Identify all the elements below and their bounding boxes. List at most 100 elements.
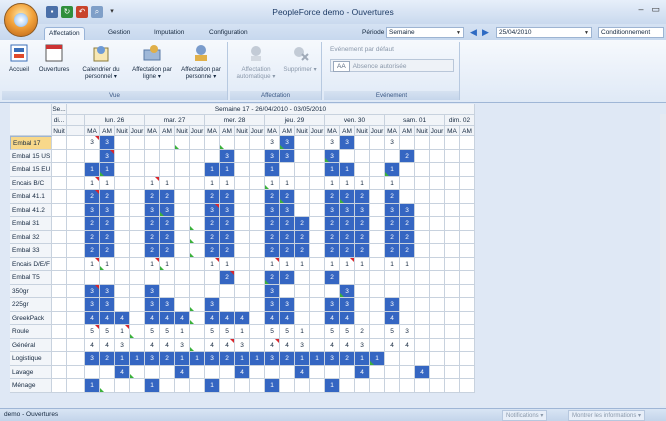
shift-cell[interactable] <box>370 203 385 217</box>
shift-cell[interactable]: 2 <box>295 217 310 231</box>
shift-cell[interactable]: 3 <box>145 203 160 217</box>
shift-cell[interactable] <box>175 271 190 285</box>
shift-cell[interactable] <box>310 338 325 352</box>
shift-cell[interactable]: 4 <box>280 338 295 352</box>
shift-cell[interactable] <box>370 379 385 393</box>
shift-cell[interactable]: 3 <box>265 149 280 163</box>
shift-cell[interactable] <box>235 203 250 217</box>
shift-cell[interactable] <box>415 257 430 271</box>
shift-cell[interactable] <box>310 230 325 244</box>
shift-cell[interactable] <box>235 271 250 285</box>
shift-cell[interactable] <box>325 284 340 298</box>
shift-cell[interactable]: 3 <box>325 352 340 366</box>
shift-cell[interactable] <box>445 325 460 339</box>
shift-cell[interactable] <box>370 284 385 298</box>
shift-cell[interactable] <box>115 163 130 177</box>
row-label[interactable]: 350gr <box>10 284 52 298</box>
shift-cell[interactable] <box>340 379 355 393</box>
shift-cell[interactable]: 1 <box>265 257 280 271</box>
shift-cell[interactable]: 2 <box>85 244 100 258</box>
shift-cell[interactable] <box>370 244 385 258</box>
shift-cell[interactable] <box>280 379 295 393</box>
shift-cell[interactable] <box>145 149 160 163</box>
shift-cell[interactable] <box>190 311 205 325</box>
shift-cell[interactable] <box>460 136 475 150</box>
shift-cell[interactable]: 3 <box>265 352 280 366</box>
shift-cell[interactable]: 2 <box>205 190 220 204</box>
shift-cell[interactable] <box>445 136 460 150</box>
shift-cell[interactable] <box>415 203 430 217</box>
shift-cell[interactable] <box>400 298 415 312</box>
shift-cell[interactable] <box>250 338 265 352</box>
shift-cell[interactable] <box>130 365 145 379</box>
shift-cell[interactable] <box>460 190 475 204</box>
shift-cell[interactable] <box>175 163 190 177</box>
shift-cell[interactable]: 1 <box>85 379 100 393</box>
shift-cell[interactable]: 2 <box>325 190 340 204</box>
shift-cell[interactable]: 3 <box>85 284 100 298</box>
shift-cell[interactable]: 3 <box>205 298 220 312</box>
row-label[interactable]: Logistique <box>10 352 52 366</box>
shift-cell[interactable] <box>295 284 310 298</box>
shift-cell[interactable]: 2 <box>100 190 115 204</box>
shift-cell[interactable] <box>460 244 475 258</box>
shift-cell[interactable]: 1 <box>295 257 310 271</box>
shift-cell[interactable]: 3 <box>265 284 280 298</box>
shift-cell[interactable]: 1 <box>385 257 400 271</box>
shift-cell[interactable] <box>250 271 265 285</box>
supprimer-button[interactable]: Supprimer ▾ <box>280 44 320 73</box>
shift-cell[interactable]: 3 <box>145 298 160 312</box>
shift-cell[interactable] <box>430 352 445 366</box>
shift-cell[interactable]: 4 <box>340 311 355 325</box>
shift-cell[interactable] <box>385 149 400 163</box>
shift-cell[interactable] <box>430 365 445 379</box>
shift-cell[interactable]: 1 <box>295 325 310 339</box>
minimize-button[interactable]: – <box>638 4 643 15</box>
shift-cell[interactable]: 1 <box>205 163 220 177</box>
shift-cell[interactable]: 3 <box>325 136 340 150</box>
shift-cell[interactable]: 1 <box>325 257 340 271</box>
shift-cell[interactable]: 1 <box>130 352 145 366</box>
shift-cell[interactable] <box>250 136 265 150</box>
shift-cell[interactable]: 2 <box>340 217 355 231</box>
shift-cell[interactable] <box>355 136 370 150</box>
shift-cell[interactable] <box>445 176 460 190</box>
shift-cell[interactable]: 3 <box>85 203 100 217</box>
shift-cell[interactable] <box>130 149 145 163</box>
shift-cell[interactable] <box>145 163 160 177</box>
shift-cell[interactable] <box>115 230 130 244</box>
shift-cell[interactable] <box>445 338 460 352</box>
shift-cell[interactable] <box>415 311 430 325</box>
evenement-select[interactable]: AA Absence autorisée <box>330 59 454 72</box>
shift-cell[interactable] <box>250 284 265 298</box>
shift-cell[interactable]: 2 <box>400 217 415 231</box>
shift-cell[interactable] <box>130 338 145 352</box>
shift-cell[interactable] <box>415 338 430 352</box>
shift-cell[interactable] <box>445 298 460 312</box>
shift-cell[interactable] <box>130 163 145 177</box>
shift-cell[interactable]: 2 <box>145 217 160 231</box>
shift-cell[interactable] <box>190 217 205 231</box>
shift-cell[interactable]: 5 <box>265 325 280 339</box>
shift-cell[interactable]: 1 <box>220 176 235 190</box>
shift-cell[interactable]: 4 <box>115 365 130 379</box>
shift-cell[interactable] <box>130 284 145 298</box>
shift-cell[interactable]: 1 <box>205 257 220 271</box>
shift-cell[interactable] <box>220 298 235 312</box>
vertical-scrollbar[interactable] <box>660 114 666 406</box>
shift-cell[interactable] <box>100 365 115 379</box>
shift-cell[interactable] <box>355 163 370 177</box>
shift-cell[interactable]: 3 <box>385 136 400 150</box>
shift-cell[interactable] <box>460 149 475 163</box>
shift-cell[interactable]: 2 <box>100 217 115 231</box>
shift-cell[interactable] <box>115 203 130 217</box>
shift-cell[interactable] <box>235 257 250 271</box>
shift-cell[interactable] <box>115 298 130 312</box>
shift-cell[interactable]: 3 <box>205 203 220 217</box>
shift-cell[interactable] <box>85 271 100 285</box>
shift-cell[interactable] <box>190 325 205 339</box>
shift-cell[interactable] <box>190 190 205 204</box>
shift-cell[interactable] <box>370 338 385 352</box>
row-label[interactable]: Lavage <box>10 365 52 379</box>
row-label[interactable]: Embal 41.2 <box>10 203 52 217</box>
